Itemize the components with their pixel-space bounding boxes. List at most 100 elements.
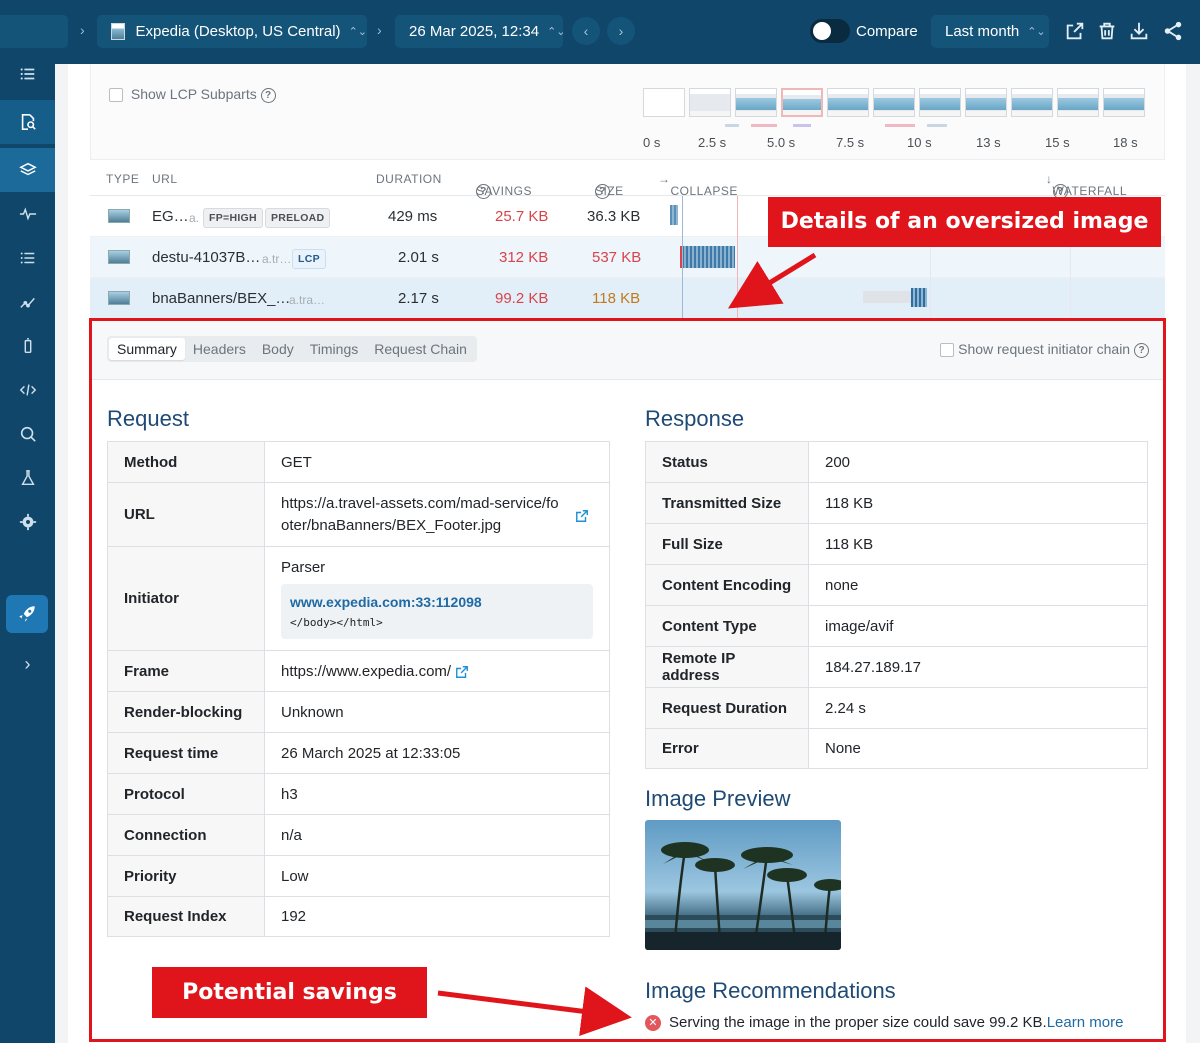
code-icon: [19, 384, 36, 396]
waterfall-bar[interactable]: [911, 288, 927, 307]
row-savings: 312 KB: [499, 249, 549, 266]
magnifier-icon: [20, 426, 36, 442]
timeline-mark: [927, 124, 947, 127]
filmstrip-frame[interactable]: [1103, 88, 1145, 117]
tick-label: 10 s: [907, 135, 932, 150]
sidebar-item-battery[interactable]: [0, 324, 55, 368]
list-icon: [20, 252, 34, 264]
flask-icon: [20, 470, 35, 486]
sidebar-item-settings[interactable]: [0, 500, 55, 544]
share-icon[interactable]: [1162, 20, 1184, 42]
row-url: destu-41037B…: [152, 249, 261, 266]
document-search-icon: [21, 113, 36, 131]
top-bar: › Expedia (Desktop, US Central) ⌃⌄ › 26 …: [0, 0, 1200, 64]
filmstrip-frame[interactable]: [689, 88, 731, 117]
row-savings: 99.2 KB: [495, 290, 549, 307]
col-waterfall[interactable]: ↓ WATERFALL ?: [1046, 172, 1127, 199]
sidebar-item-test-result[interactable]: [0, 100, 55, 144]
download-icon[interactable]: [1128, 20, 1150, 42]
row-size: 118 KB: [592, 290, 641, 307]
tick-label: 13 s: [976, 135, 1001, 150]
site-label: Expedia (Desktop, US Central): [135, 23, 341, 40]
date-selector[interactable]: 26 Mar 2025, 12:34 ⌃⌄: [395, 15, 566, 48]
row-host: a.: [189, 211, 200, 225]
table-row-selected[interactable]: bnaBanners/BEX_… a.tra… 2.17 s 99.2 KB 1…: [90, 278, 1165, 319]
filmstrip-frame[interactable]: [873, 88, 915, 117]
breadcrumb-separator-icon: ›: [80, 22, 85, 38]
annotation-oversized-image: Details of an oversized image: [768, 197, 1161, 247]
row-duration: 2.17 s: [398, 290, 439, 307]
lcp-filmstrip: Show LCP Subparts ? 0 s 2.5 s 5.0 s 7.5 …: [90, 64, 1165, 160]
row-size: 36.3 KB: [587, 208, 641, 225]
sidebar-item-search[interactable]: [0, 412, 55, 456]
filmstrip-frame[interactable]: [919, 88, 961, 117]
lcp-subparts-checkbox[interactable]: Show LCP Subparts ?: [109, 86, 276, 103]
badge-lcp: LCP: [292, 249, 326, 269]
previous-test-button[interactable]: ‹: [572, 17, 600, 45]
site-thumbnail: [111, 23, 126, 40]
lcp-subparts-label: Show LCP Subparts: [130, 86, 257, 102]
chevron-updown-icon: ⌃⌄: [348, 26, 367, 38]
compare-toggle[interactable]: [810, 19, 850, 43]
next-test-button[interactable]: ›: [607, 17, 635, 45]
timeline-mark: [725, 124, 739, 127]
sidebar-item-requests[interactable]: [0, 148, 55, 192]
checkbox[interactable]: [109, 88, 123, 103]
collapse-toggle[interactable]: → COLLAPSE: [658, 172, 737, 198]
toggle-knob: [813, 22, 831, 40]
filmstrip-frame-lcp[interactable]: [781, 88, 823, 117]
gear-icon: [19, 513, 36, 531]
site-selector[interactable]: Expedia (Desktop, US Central) ⌃⌄: [97, 15, 367, 48]
sidebar-item-rocket[interactable]: [6, 595, 48, 633]
annotation-potential-savings: Potential savings: [152, 967, 427, 1018]
waterfall-wait-bar: [863, 291, 911, 303]
requests-table-header: TYPE URL DURATION SAVINGS ? SIZE ? → COL…: [90, 160, 1165, 199]
tick-label: 2.5 s: [698, 135, 727, 150]
filmstrip-frame[interactable]: [1011, 88, 1053, 117]
filmstrip-frame[interactable]: [1057, 88, 1099, 117]
row-savings: 25.7 KB: [495, 208, 549, 225]
timeline-mark: [751, 124, 777, 127]
waterfall-bar[interactable]: [670, 205, 678, 225]
tick-label: 15 s: [1045, 135, 1070, 150]
row-duration: 429 ms: [388, 208, 438, 225]
tick-label: 5.0 s: [767, 135, 796, 150]
sidebar-item-experiments[interactable]: [0, 456, 55, 500]
chevron-updown-icon: ⌃⌄: [547, 26, 566, 38]
col-duration[interactable]: DURATION: [376, 172, 442, 186]
waterfall-marker-line: [682, 196, 683, 320]
col-type[interactable]: TYPE: [106, 172, 139, 186]
annotation-highlight-box: [89, 318, 1166, 1042]
date-label: 26 Mar 2025, 12:34: [409, 23, 540, 40]
sidebar-item-list[interactable]: [0, 236, 55, 280]
filmstrip-frame[interactable]: [965, 88, 1007, 117]
trash-icon[interactable]: [1096, 20, 1118, 42]
layers-icon: [18, 162, 37, 176]
sidebar-item-code[interactable]: [0, 368, 55, 412]
filmstrip-frame[interactable]: [735, 88, 777, 117]
battery-icon: [24, 338, 31, 354]
range-label: Last month: [945, 23, 1020, 40]
sidebar-item-trends[interactable]: [0, 280, 55, 324]
image-type-icon: [108, 209, 130, 223]
range-selector[interactable]: Last month ⌃⌄: [931, 15, 1049, 48]
tick-label: 7.5 s: [836, 135, 865, 150]
sidebar-expand-icon[interactable]: ›: [0, 642, 55, 686]
image-type-icon: [108, 250, 130, 264]
row-url: bnaBanners/BEX_…: [152, 290, 291, 307]
filmstrip-frame[interactable]: [827, 88, 869, 117]
waterfall-grid-line: [1070, 237, 1071, 320]
help-icon[interactable]: ?: [260, 87, 276, 103]
filmstrip-frame[interactable]: [643, 88, 685, 117]
open-external-icon[interactable]: [1064, 20, 1086, 42]
badge-fetchpriority: FP=HIGH: [203, 208, 263, 228]
col-url[interactable]: URL: [152, 172, 178, 186]
pulse-icon: [19, 207, 36, 221]
row-size: 537 KB: [592, 249, 642, 266]
scatter-chart-icon: [19, 297, 35, 308]
sidebar-item-vitals[interactable]: [0, 192, 55, 236]
row-duration: 2.01 s: [398, 249, 439, 266]
waterfall-bar[interactable]: [680, 246, 735, 268]
breadcrumb-root[interactable]: [0, 15, 68, 48]
sidebar-item-menu[interactable]: [0, 52, 55, 96]
